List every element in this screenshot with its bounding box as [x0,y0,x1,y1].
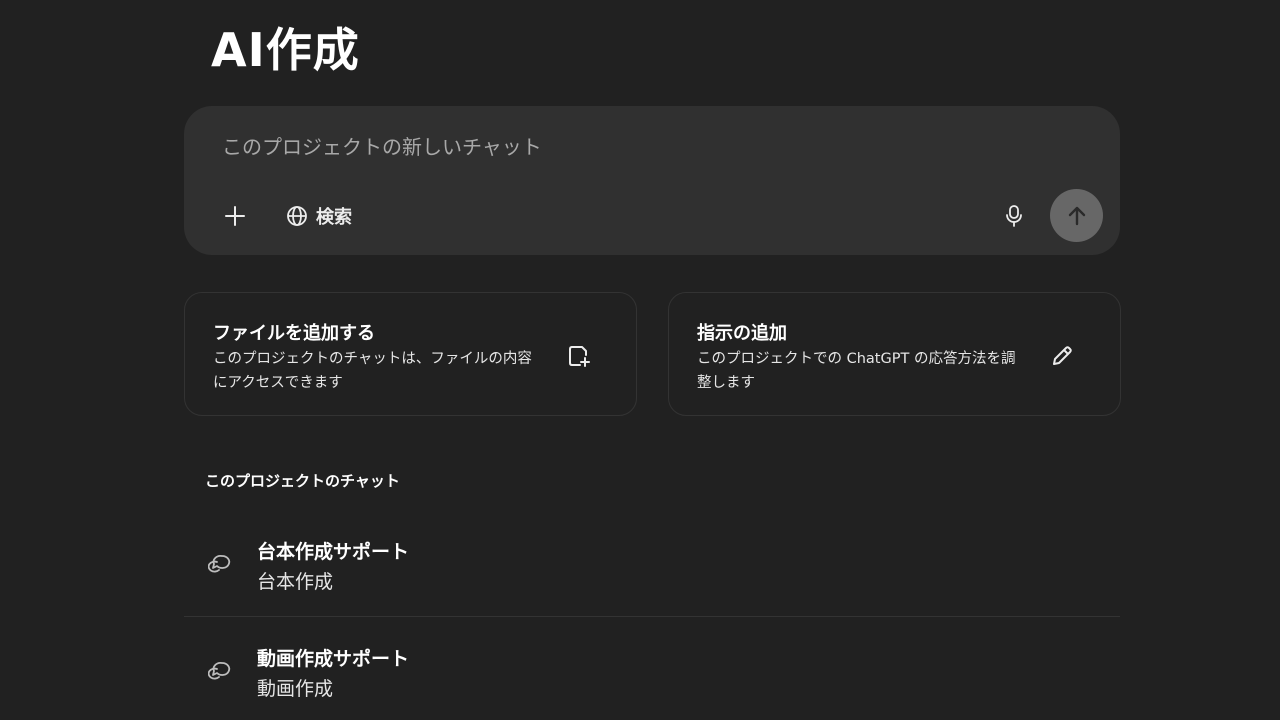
voice-input-button[interactable] [1000,202,1028,230]
pencil-icon [1049,343,1075,369]
arrow-up-icon [1068,206,1085,225]
globe-icon [287,206,307,226]
add-instructions-description: このプロジェクトでの ChatGPT の応答方法を調整します [697,351,1016,391]
add-files-title: ファイルを追加する [213,323,375,344]
add-files-description: このプロジェクトのチャットは、ファイルの内容にアクセスできます [213,351,532,391]
project-page: AI作成 検索 [0,0,1280,720]
add-attachment-button[interactable] [220,201,250,231]
send-button[interactable] [1050,189,1103,242]
project-title: AI作成 [211,23,360,77]
microphone-icon [1006,205,1022,227]
add-instructions-title: 指示の追加 [697,323,787,344]
file-add-icon [566,343,592,369]
chat-bubbles-icon [208,554,231,573]
chat-list-divider [184,616,1120,617]
new-chat-input[interactable] [222,132,922,162]
chat-item-subtitle: 動画作成 [257,678,334,700]
search-button[interactable]: 検索 [286,201,352,231]
chat-item-title: 台本作成サポート [257,541,410,563]
chat-bubbles-icon [208,661,231,680]
chat-item-title: 動画作成サポート [257,648,410,670]
chat-item[interactable]: 動画作成サポート 動画作成 [184,637,1120,720]
chat-item-subtitle: 台本作成 [257,571,334,593]
chat-composer: 検索 [184,106,1120,255]
add-files-card[interactable]: ファイルを追加する このプロジェクトのチャットは、ファイルの内容にアクセスできま… [184,292,637,416]
add-instructions-card[interactable]: 指示の追加 このプロジェクトでの ChatGPT の応答方法を調整します [668,292,1121,416]
chat-item[interactable]: 台本作成サポート 台本作成 [184,530,1120,616]
project-chats-heading: このプロジェクトのチャット [205,472,400,490]
plus-icon [225,206,245,226]
search-label: 検索 [316,207,352,228]
